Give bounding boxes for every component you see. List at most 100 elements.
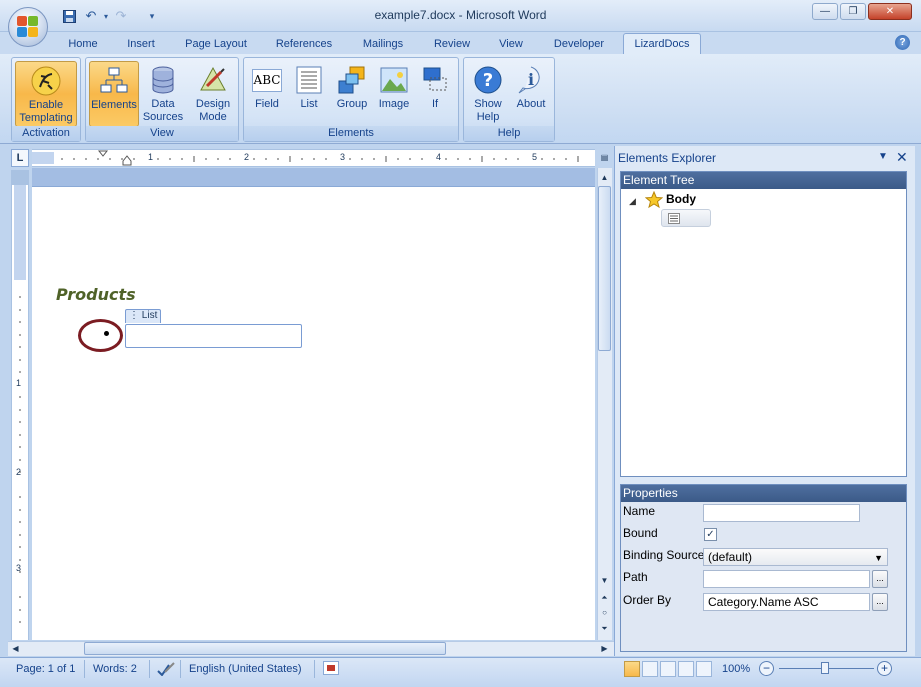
tab-mailings[interactable]: Mailings bbox=[354, 36, 412, 54]
design-mode-button[interactable]: Design Mode bbox=[189, 61, 237, 127]
enable-templating-button[interactable]: Enable Templating bbox=[15, 61, 77, 127]
view-ruler-icon[interactable]: ▤ bbox=[597, 151, 612, 165]
help-icon[interactable]: ? bbox=[895, 35, 910, 50]
binding-source-select[interactable]: (default) ▼ bbox=[703, 548, 888, 566]
scroll-up-icon[interactable]: ▲ bbox=[597, 171, 612, 185]
tab-page-layout[interactable]: Page Layout bbox=[180, 36, 252, 54]
show-help-label-2: Help bbox=[476, 111, 500, 123]
tree-node-list[interactable] bbox=[661, 209, 711, 227]
group-help: ? Show Help i About Help bbox=[463, 57, 555, 142]
properties-header: Properties bbox=[621, 485, 906, 502]
zoom-level[interactable]: 100% bbox=[722, 662, 750, 676]
horizontal-ruler[interactable]: 1 2 3 4 5 bbox=[32, 149, 595, 167]
tree-node-body[interactable]: Body bbox=[666, 192, 696, 206]
document-page[interactable] bbox=[32, 186, 595, 640]
name-input[interactable] bbox=[703, 504, 860, 522]
elements-label: Elements bbox=[91, 99, 137, 111]
word-count[interactable]: Words: 2 bbox=[93, 662, 137, 676]
outline-view-icon[interactable] bbox=[678, 661, 694, 677]
group-label-help: Help bbox=[464, 126, 554, 141]
star-icon bbox=[644, 190, 664, 212]
bound-checkbox[interactable]: ✓ bbox=[704, 528, 717, 541]
group-button[interactable]: Group bbox=[332, 61, 372, 127]
bound-label: Bound bbox=[623, 526, 658, 540]
image-button[interactable]: Image bbox=[374, 61, 414, 127]
name-label: Name bbox=[623, 504, 656, 518]
field-button[interactable]: ABC Field bbox=[248, 61, 286, 127]
minimize-button[interactable]: — bbox=[812, 3, 838, 20]
zoom-in-button[interactable]: + bbox=[877, 661, 892, 676]
select-browse-object-icon[interactable]: ○ bbox=[597, 606, 612, 620]
tab-lizarddocs[interactable]: LizardDocs bbox=[623, 33, 701, 55]
vertical-ruler[interactable]: 1 2 3 bbox=[11, 185, 29, 640]
tab-references[interactable]: References bbox=[268, 36, 340, 54]
list-tag-label: List bbox=[141, 310, 158, 321]
proofing-icon[interactable] bbox=[157, 661, 175, 679]
macro-record-icon[interactable] bbox=[323, 661, 339, 675]
dropdown-arrow-icon: ▼ bbox=[874, 553, 883, 563]
group-elements: ABC Field List Group Image If Elements bbox=[243, 57, 459, 142]
zoom-slider-thumb[interactable] bbox=[821, 662, 829, 674]
tab-developer[interactable]: Developer bbox=[546, 36, 612, 54]
language-indicator[interactable]: English (United States) bbox=[189, 662, 302, 676]
group-activation: Enable Templating Activation bbox=[11, 57, 81, 142]
scroll-down-icon[interactable]: ▼ bbox=[597, 574, 612, 588]
tab-insert[interactable]: Insert bbox=[120, 36, 162, 54]
print-layout-view-icon[interactable] bbox=[624, 661, 640, 677]
vertical-scroll-thumb[interactable] bbox=[598, 186, 611, 351]
element-tree-panel: Element Tree ◢ Body bbox=[620, 171, 907, 477]
list-content-control-tag[interactable]: ⋮ List bbox=[125, 309, 162, 323]
order-by-input[interactable]: Category.Name ASC bbox=[703, 593, 870, 611]
field-label: Field bbox=[255, 98, 279, 110]
document-heading[interactable]: Products bbox=[56, 285, 136, 304]
scroll-left-icon[interactable]: ◀ bbox=[8, 642, 23, 656]
data-sources-button[interactable]: Data Sources bbox=[141, 61, 185, 127]
tab-view[interactable]: View bbox=[490, 36, 532, 54]
elements-button[interactable]: Elements bbox=[89, 61, 139, 127]
order-by-label: Order By bbox=[623, 593, 672, 607]
collapse-arrow-icon[interactable]: ◢ bbox=[629, 196, 636, 207]
horizontal-scroll-thumb[interactable] bbox=[84, 642, 446, 655]
zoom-out-button[interactable]: − bbox=[759, 661, 774, 676]
full-screen-reading-view-icon[interactable] bbox=[642, 661, 658, 677]
page-count[interactable]: Page: 1 of 1 bbox=[16, 662, 75, 676]
element-tree-icon bbox=[98, 65, 130, 97]
pane-title: Elements Explorer bbox=[618, 151, 717, 165]
tab-selector[interactable]: L bbox=[11, 149, 29, 167]
restore-button[interactable]: ❐ bbox=[840, 3, 866, 20]
list-node-icon bbox=[668, 213, 680, 227]
about-button[interactable]: i About bbox=[510, 61, 552, 127]
tab-home[interactable]: Home bbox=[62, 36, 104, 54]
path-input[interactable] bbox=[703, 570, 870, 588]
if-button[interactable]: If bbox=[416, 61, 454, 127]
tab-review[interactable]: Review bbox=[428, 36, 476, 54]
order-by-browse-button[interactable]: ... bbox=[872, 593, 888, 611]
ruler-number: 1 bbox=[148, 152, 154, 162]
enable-templating-label-1: Enable bbox=[28, 99, 64, 111]
web-layout-view-icon[interactable] bbox=[660, 661, 676, 677]
office-button[interactable] bbox=[8, 7, 48, 47]
close-button[interactable]: ✕ bbox=[868, 3, 912, 20]
about-label: About bbox=[516, 98, 546, 110]
status-separator bbox=[84, 660, 85, 678]
binding-source-label: Binding Source bbox=[623, 548, 705, 562]
show-help-button[interactable]: ? Show Help bbox=[468, 61, 508, 127]
previous-page-icon[interactable]: ⏶ bbox=[597, 591, 612, 605]
design-mode-label-2: Mode bbox=[199, 111, 227, 123]
next-page-icon[interactable]: ⏷ bbox=[597, 622, 612, 636]
data-sources-label-2: Sources bbox=[142, 111, 184, 123]
help-circle-icon: ? bbox=[472, 64, 504, 96]
database-icon bbox=[147, 64, 179, 96]
pane-close-icon[interactable]: ✕ bbox=[896, 149, 908, 166]
image-label: Image bbox=[378, 98, 410, 110]
ruler-number: 4 bbox=[436, 152, 442, 162]
path-browse-button[interactable]: ... bbox=[872, 570, 888, 588]
list-content-control[interactable] bbox=[125, 324, 302, 348]
pane-menu-icon[interactable]: ▼ bbox=[878, 151, 888, 162]
status-separator bbox=[149, 660, 150, 678]
vruler-number: 1 bbox=[16, 378, 22, 388]
scroll-right-icon[interactable]: ▶ bbox=[597, 642, 612, 656]
status-separator bbox=[180, 660, 181, 678]
list-button[interactable]: List bbox=[290, 61, 328, 127]
draft-view-icon[interactable] bbox=[696, 661, 712, 677]
